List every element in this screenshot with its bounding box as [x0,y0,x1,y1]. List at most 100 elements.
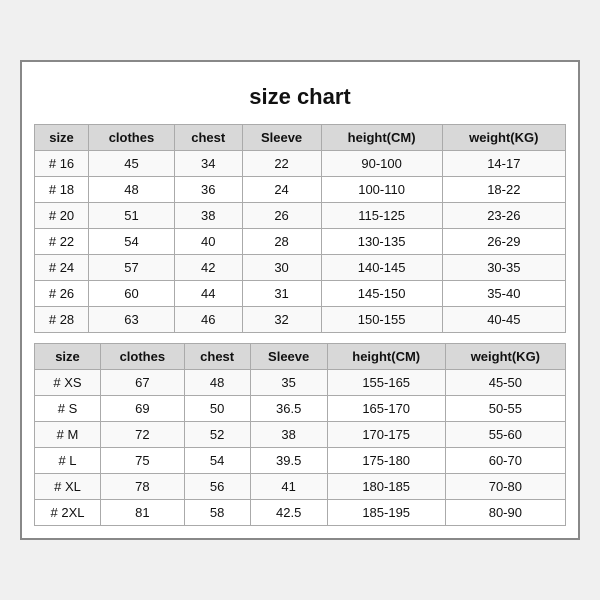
table-cell: 41 [250,474,327,500]
table1-header-cell: height(CM) [321,125,442,151]
table1-header-row: sizeclotheschestSleeveheight(CM)weight(K… [35,125,566,151]
table-cell: 54 [89,229,175,255]
table-cell: 75 [100,448,184,474]
table-cell: 70-80 [445,474,565,500]
table-cell: 81 [100,500,184,526]
table-cell: 48 [184,370,250,396]
table-cell: 72 [100,422,184,448]
table-row: # 18483624100-11018-22 [35,177,566,203]
table-cell: 51 [89,203,175,229]
table1-header-cell: chest [174,125,242,151]
table-cell: 42 [174,255,242,281]
table-cell: 45-50 [445,370,565,396]
table-cell: # 20 [35,203,89,229]
table-cell: 50-55 [445,396,565,422]
table-cell: # XS [35,370,101,396]
table-cell: 30-35 [442,255,565,281]
table-cell: 26 [242,203,321,229]
table2-header-cell: weight(KG) [445,344,565,370]
table-cell: 60 [89,281,175,307]
table-cell: 80-90 [445,500,565,526]
table-cell: 155-165 [327,370,445,396]
table-row: # 20513826115-12523-26 [35,203,566,229]
table2-header-row: sizeclotheschestSleeveheight(CM)weight(K… [35,344,566,370]
table-cell: 34 [174,151,242,177]
table-cell: 40-45 [442,307,565,333]
table2-header-cell: size [35,344,101,370]
table-cell: # 26 [35,281,89,307]
table-cell: 42.5 [250,500,327,526]
table-cell: 39.5 [250,448,327,474]
table2-header-cell: height(CM) [327,344,445,370]
table-cell: 180-185 [327,474,445,500]
table-cell: # XL [35,474,101,500]
table-cell: 63 [89,307,175,333]
table-cell: 165-170 [327,396,445,422]
table-cell: 90-100 [321,151,442,177]
table-cell: 32 [242,307,321,333]
table-cell: 48 [89,177,175,203]
table-cell: # M [35,422,101,448]
size-chart-container: size chart sizeclotheschestSleeveheight(… [20,60,580,540]
table-cell: 115-125 [321,203,442,229]
table-cell: 22 [242,151,321,177]
size-table-2: sizeclotheschestSleeveheight(CM)weight(K… [34,343,566,526]
table-cell: 100-110 [321,177,442,203]
table-cell: 140-145 [321,255,442,281]
table-cell: 69 [100,396,184,422]
table-cell: 26-29 [442,229,565,255]
table-cell: # 18 [35,177,89,203]
table-cell: 170-175 [327,422,445,448]
table-row: # XS674835155-16545-50 [35,370,566,396]
table1-header-cell: clothes [89,125,175,151]
table-cell: 24 [242,177,321,203]
table-row: # S695036.5165-17050-55 [35,396,566,422]
table-cell: # 16 [35,151,89,177]
table-cell: 78 [100,474,184,500]
table-cell: 36.5 [250,396,327,422]
table-cell: 40 [174,229,242,255]
chart-title: size chart [34,74,566,124]
table2-header-cell: chest [184,344,250,370]
table1-header-cell: size [35,125,89,151]
table-row: # 22544028130-13526-29 [35,229,566,255]
table1-header-cell: weight(KG) [442,125,565,151]
table2-header-cell: Sleeve [250,344,327,370]
table-cell: 57 [89,255,175,281]
table-row: # 26604431145-15035-40 [35,281,566,307]
table-cell: 38 [250,422,327,448]
table-cell: 175-180 [327,448,445,474]
table-cell: 35-40 [442,281,565,307]
table-cell: # 2XL [35,500,101,526]
table-cell: 56 [184,474,250,500]
table-row: # XL785641180-18570-80 [35,474,566,500]
table-cell: 35 [250,370,327,396]
table-cell: 44 [174,281,242,307]
table-cell: # S [35,396,101,422]
table-cell: 18-22 [442,177,565,203]
table-cell: 145-150 [321,281,442,307]
table-cell: # 22 [35,229,89,255]
table-cell: 130-135 [321,229,442,255]
table-cell: 36 [174,177,242,203]
table-row: # 24574230140-14530-35 [35,255,566,281]
table1-header-cell: Sleeve [242,125,321,151]
table-cell: 28 [242,229,321,255]
table-cell: 30 [242,255,321,281]
table-cell: 58 [184,500,250,526]
table-cell: 55-60 [445,422,565,448]
table-cell: 150-155 [321,307,442,333]
table-row: # M725238170-17555-60 [35,422,566,448]
table-cell: 50 [184,396,250,422]
table2-header-cell: clothes [100,344,184,370]
table-cell: 52 [184,422,250,448]
size-table-1: sizeclotheschestSleeveheight(CM)weight(K… [34,124,566,333]
table-row: # 1645342290-10014-17 [35,151,566,177]
table-cell: 67 [100,370,184,396]
table-cell: 14-17 [442,151,565,177]
table-cell: 45 [89,151,175,177]
table-cell: 38 [174,203,242,229]
table-cell: 46 [174,307,242,333]
table-cell: 31 [242,281,321,307]
table-cell: # L [35,448,101,474]
